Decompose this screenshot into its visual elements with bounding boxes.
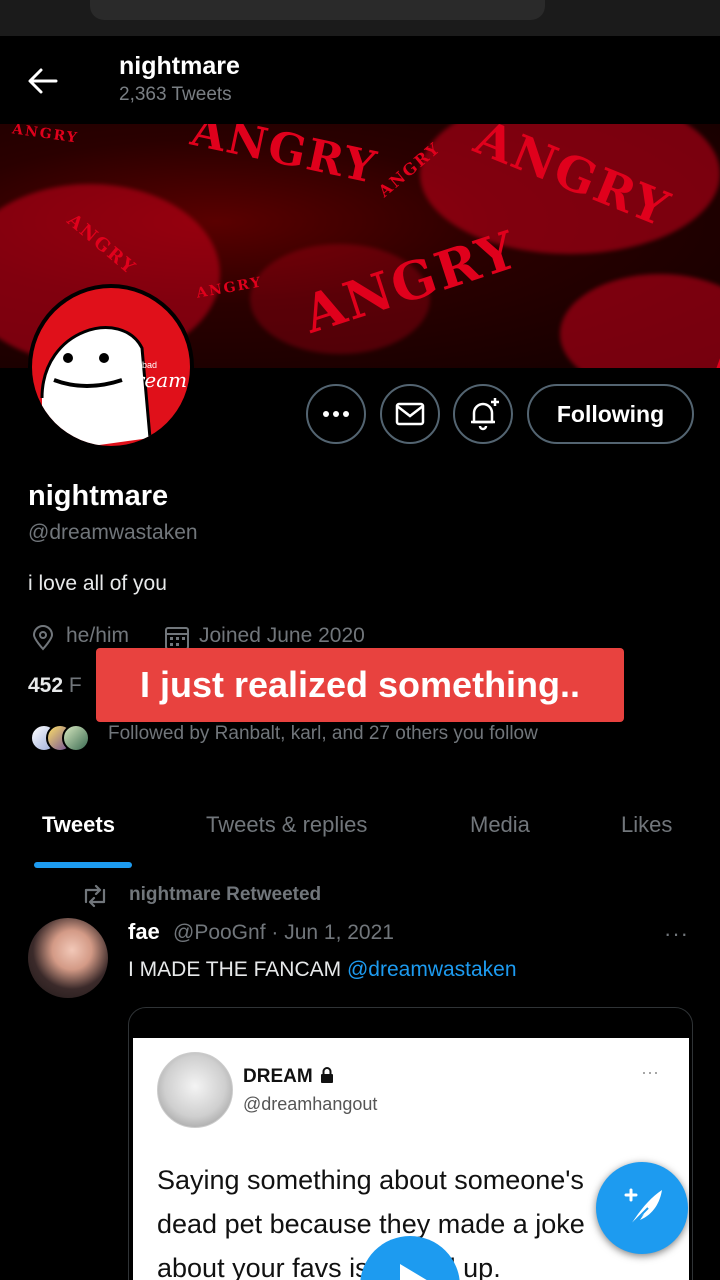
avatar-badge-text: dream — [122, 368, 188, 392]
bell-plus-icon — [471, 398, 499, 431]
profile-bio: i love all of you — [28, 572, 167, 595]
profile-name: nightmare — [28, 480, 169, 512]
lock-icon — [320, 1067, 333, 1083]
feather-plus-icon — [624, 1188, 662, 1227]
tweet-author-name[interactable]: fae — [128, 919, 160, 945]
profile-pronouns: he/him — [66, 624, 130, 647]
header-title: nightmare — [119, 52, 240, 80]
following-button[interactable]: Following — [527, 384, 694, 444]
notifications-button[interactable] — [453, 384, 513, 444]
following-label-partial: F — [68, 674, 82, 697]
envelope-icon — [395, 402, 425, 426]
embedded-name-text: DREAM — [243, 1066, 313, 1087]
embedded-name: DREAM — [243, 1066, 336, 1088]
tweet-more-button[interactable]: ··· — [664, 921, 689, 947]
banner-word: ANGRY — [186, 124, 382, 195]
tab-media[interactable]: Media — [470, 812, 530, 838]
following-count: 452 — [28, 674, 64, 697]
banner-word: ANGRY — [11, 124, 80, 147]
tab-tweets[interactable]: Tweets — [42, 812, 115, 838]
compose-tweet-button[interactable] — [596, 1162, 688, 1254]
tweet-text: I MADE THE FANCAM @dreamwastaken — [128, 958, 517, 982]
following-stat[interactable]: 452 F — [28, 674, 82, 698]
tab-likes[interactable]: Likes — [621, 812, 672, 838]
retweeted-by-label: nightmare Retweeted — [129, 884, 322, 905]
tab-tweets-replies[interactable]: Tweets & replies — [206, 812, 367, 838]
embedded-more: ··· — [641, 1062, 659, 1082]
status-bar — [0, 0, 720, 36]
tweet-text-body: I MADE THE FANCAM — [128, 958, 347, 981]
video-caption-overlay: I just realized something.. — [96, 648, 624, 722]
embedded-avatar — [157, 1052, 233, 1128]
active-tab-indicator — [34, 862, 132, 868]
profile-avatar[interactable]: bad dream — [28, 284, 194, 450]
location-pin-icon — [32, 625, 54, 651]
dream-mask-icon — [40, 326, 152, 446]
play-icon — [400, 1264, 427, 1280]
more-options-button[interactable] — [306, 384, 366, 444]
message-button[interactable] — [380, 384, 440, 444]
profile-joined: Joined June 2020 — [199, 624, 365, 647]
header-tweet-count: 2,363 Tweets — [119, 84, 232, 105]
embedded-handle: @dreamhangout — [243, 1094, 378, 1114]
profile-handle: @dreamwastaken — [28, 521, 198, 544]
tweet-mention-link[interactable]: @dreamwastaken — [347, 958, 517, 981]
profile-header-bar: nightmare 2,363 Tweets — [0, 36, 720, 124]
back-arrow-icon[interactable] — [26, 66, 60, 96]
play-button[interactable] — [360, 1236, 460, 1280]
tweet-author-avatar[interactable] — [28, 918, 108, 998]
url-pill — [90, 0, 545, 20]
tweet-author-meta: @PooGnf · Jun 1, 2021 — [173, 921, 394, 944]
more-dots-icon — [323, 411, 349, 417]
followed-by-text[interactable]: Followed by Ranbalt, karl, and 27 others… — [108, 723, 538, 745]
follower-avatar — [62, 724, 90, 752]
retweet-icon — [84, 884, 106, 908]
